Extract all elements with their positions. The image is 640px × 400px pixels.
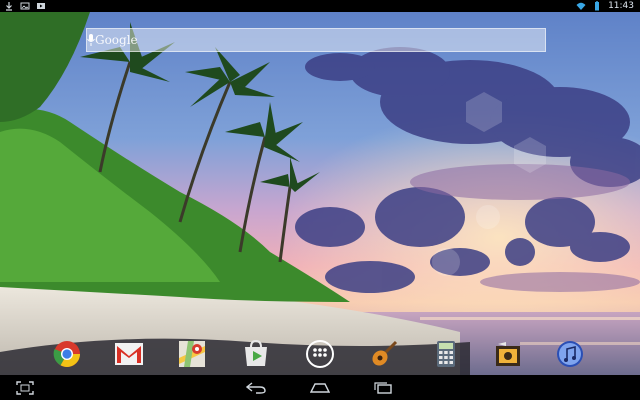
media-icon[interactable] (36, 1, 46, 11)
back-button[interactable] (243, 379, 269, 397)
guitar-app-icon[interactable] (368, 338, 400, 370)
google-search-bar[interactable]: Google (86, 28, 546, 52)
navigation-bar (0, 375, 640, 400)
all-apps-button[interactable] (304, 338, 336, 370)
screenshot-icon (16, 381, 34, 395)
maps-icon[interactable] (176, 338, 208, 370)
chrome-icon[interactable] (51, 338, 83, 370)
music-player-icon[interactable] (554, 338, 586, 370)
play-store-icon[interactable] (240, 338, 272, 370)
image-icon[interactable] (20, 1, 30, 11)
wifi-icon (576, 2, 586, 10)
system-icons: 11:43 (576, 0, 634, 12)
back-icon (246, 382, 266, 394)
recents-button[interactable] (371, 379, 397, 397)
photo-editor-icon[interactable] (492, 338, 524, 370)
home-button[interactable] (307, 379, 333, 397)
microphone-icon[interactable] (87, 34, 95, 46)
download-icon[interactable] (4, 1, 14, 11)
calculator-icon[interactable] (430, 338, 462, 370)
screenshot-button[interactable] (12, 379, 38, 397)
google-logo: Google (95, 33, 138, 47)
status-bar: 11:43 (0, 0, 640, 12)
gmail-icon[interactable] (113, 338, 145, 370)
beach-sunset-wallpaper (0, 12, 640, 375)
home-icon (310, 383, 330, 393)
home-wallpaper: Google (0, 12, 640, 375)
app-dock (0, 338, 640, 374)
notification-icons (4, 1, 46, 11)
recents-icon (374, 382, 392, 394)
battery-icon (595, 1, 600, 11)
clock: 11:43 (608, 1, 634, 11)
